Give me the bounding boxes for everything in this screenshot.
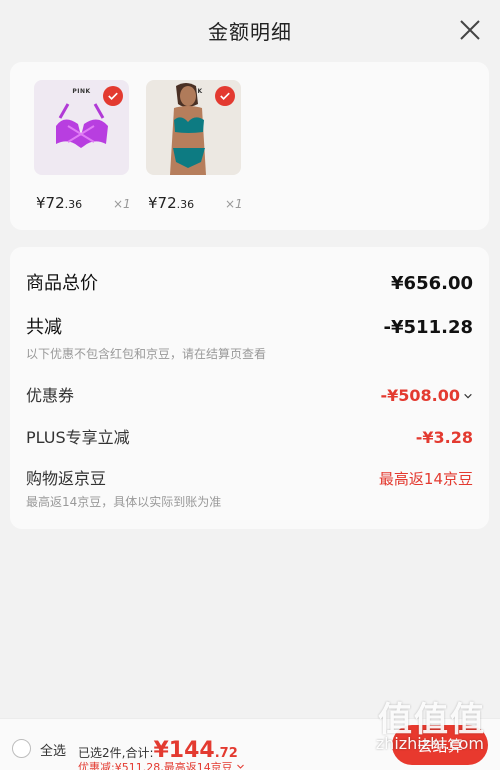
reduce-note: 以下优惠不包含红包和京豆，请在结算页查看 <box>26 347 267 361</box>
total-price-row: 商品总价 ¥656.00 <box>26 269 473 295</box>
coupon-value: -¥508.00 <box>380 386 460 405</box>
total-reduce-label: 共减 <box>26 317 62 338</box>
product-item[interactable]: PINK ¥72.36 ×1 <box>146 80 243 212</box>
select-all-radio[interactable] <box>12 739 31 758</box>
product-price: ¥72.36 <box>148 194 194 212</box>
checked-icon[interactable] <box>215 86 235 106</box>
beans-note: 最高返14京豆，具体以实际到账为准 <box>26 495 222 509</box>
coupon-label: 优惠券 <box>26 386 75 405</box>
checkout-button[interactable]: 去结算 <box>392 725 488 765</box>
coupon-row[interactable]: 优惠券 -¥508.00 <box>26 382 473 406</box>
price-decimal: .36 <box>64 198 83 211</box>
product-thumbnail[interactable]: PINK <box>34 80 129 175</box>
selected-prefix: 已选2件,合计: <box>78 746 154 760</box>
amount-detail-sheet: 金额明细 PINK ¥72.36 ×1 PINK <box>0 0 500 770</box>
plus-discount-row: PLUS专享立减 -¥3.28 <box>26 424 473 448</box>
product-thumbnail[interactable]: PINK <box>146 80 241 175</box>
beans-value: 最高返14京豆 <box>378 470 473 488</box>
sheet-header: 金额明细 <box>0 0 500 60</box>
beans-label: 购物返京豆 <box>26 469 107 488</box>
price-summary-card: 商品总价 ¥656.00 共减 -¥511.28 以下优惠不包含红包和京豆，请在… <box>10 247 489 529</box>
selected-products-card: PINK ¥72.36 ×1 PINK <box>10 62 489 230</box>
chevron-down-icon <box>464 393 472 399</box>
select-all-label[interactable]: 全选 <box>40 740 66 759</box>
discount-summary[interactable]: 优惠减:¥511.28,最高返14京豆 <box>78 759 245 770</box>
price-integer: ¥72 <box>36 194 65 212</box>
plus-discount-label: PLUS专享立减 <box>26 428 130 447</box>
checkout-bar: 全选 已选2件,合计:¥144.72 优惠减:¥511.28,最高返14京豆 去… <box>0 718 500 770</box>
plus-discount-value: -¥3.28 <box>415 428 473 447</box>
sheet-title: 金额明细 <box>208 19 292 44</box>
total-price-value: ¥656.00 <box>391 273 473 294</box>
beans-row: 购物返京豆 最高返14京豆 <box>26 465 473 489</box>
price-integer: ¥72 <box>148 194 177 212</box>
product-quantity: ×1 <box>225 197 243 211</box>
total-price-label: 商品总价 <box>26 273 98 294</box>
product-price: ¥72.36 <box>36 194 82 212</box>
close-icon[interactable] <box>458 18 482 42</box>
price-decimal: .36 <box>176 198 195 211</box>
checked-icon[interactable] <box>103 86 123 106</box>
total-reduce-value: -¥511.28 <box>383 317 473 338</box>
total-reduce-row: 共减 -¥511.28 <box>26 313 473 339</box>
product-quantity: ×1 <box>113 197 131 211</box>
coupon-value-wrap[interactable]: -¥508.00 <box>380 386 473 405</box>
product-item[interactable]: PINK ¥72.36 ×1 <box>34 80 131 212</box>
chevron-down-icon <box>237 764 245 769</box>
discount-summary-text: 优惠减:¥511.28,最高返14京豆 <box>78 761 233 770</box>
